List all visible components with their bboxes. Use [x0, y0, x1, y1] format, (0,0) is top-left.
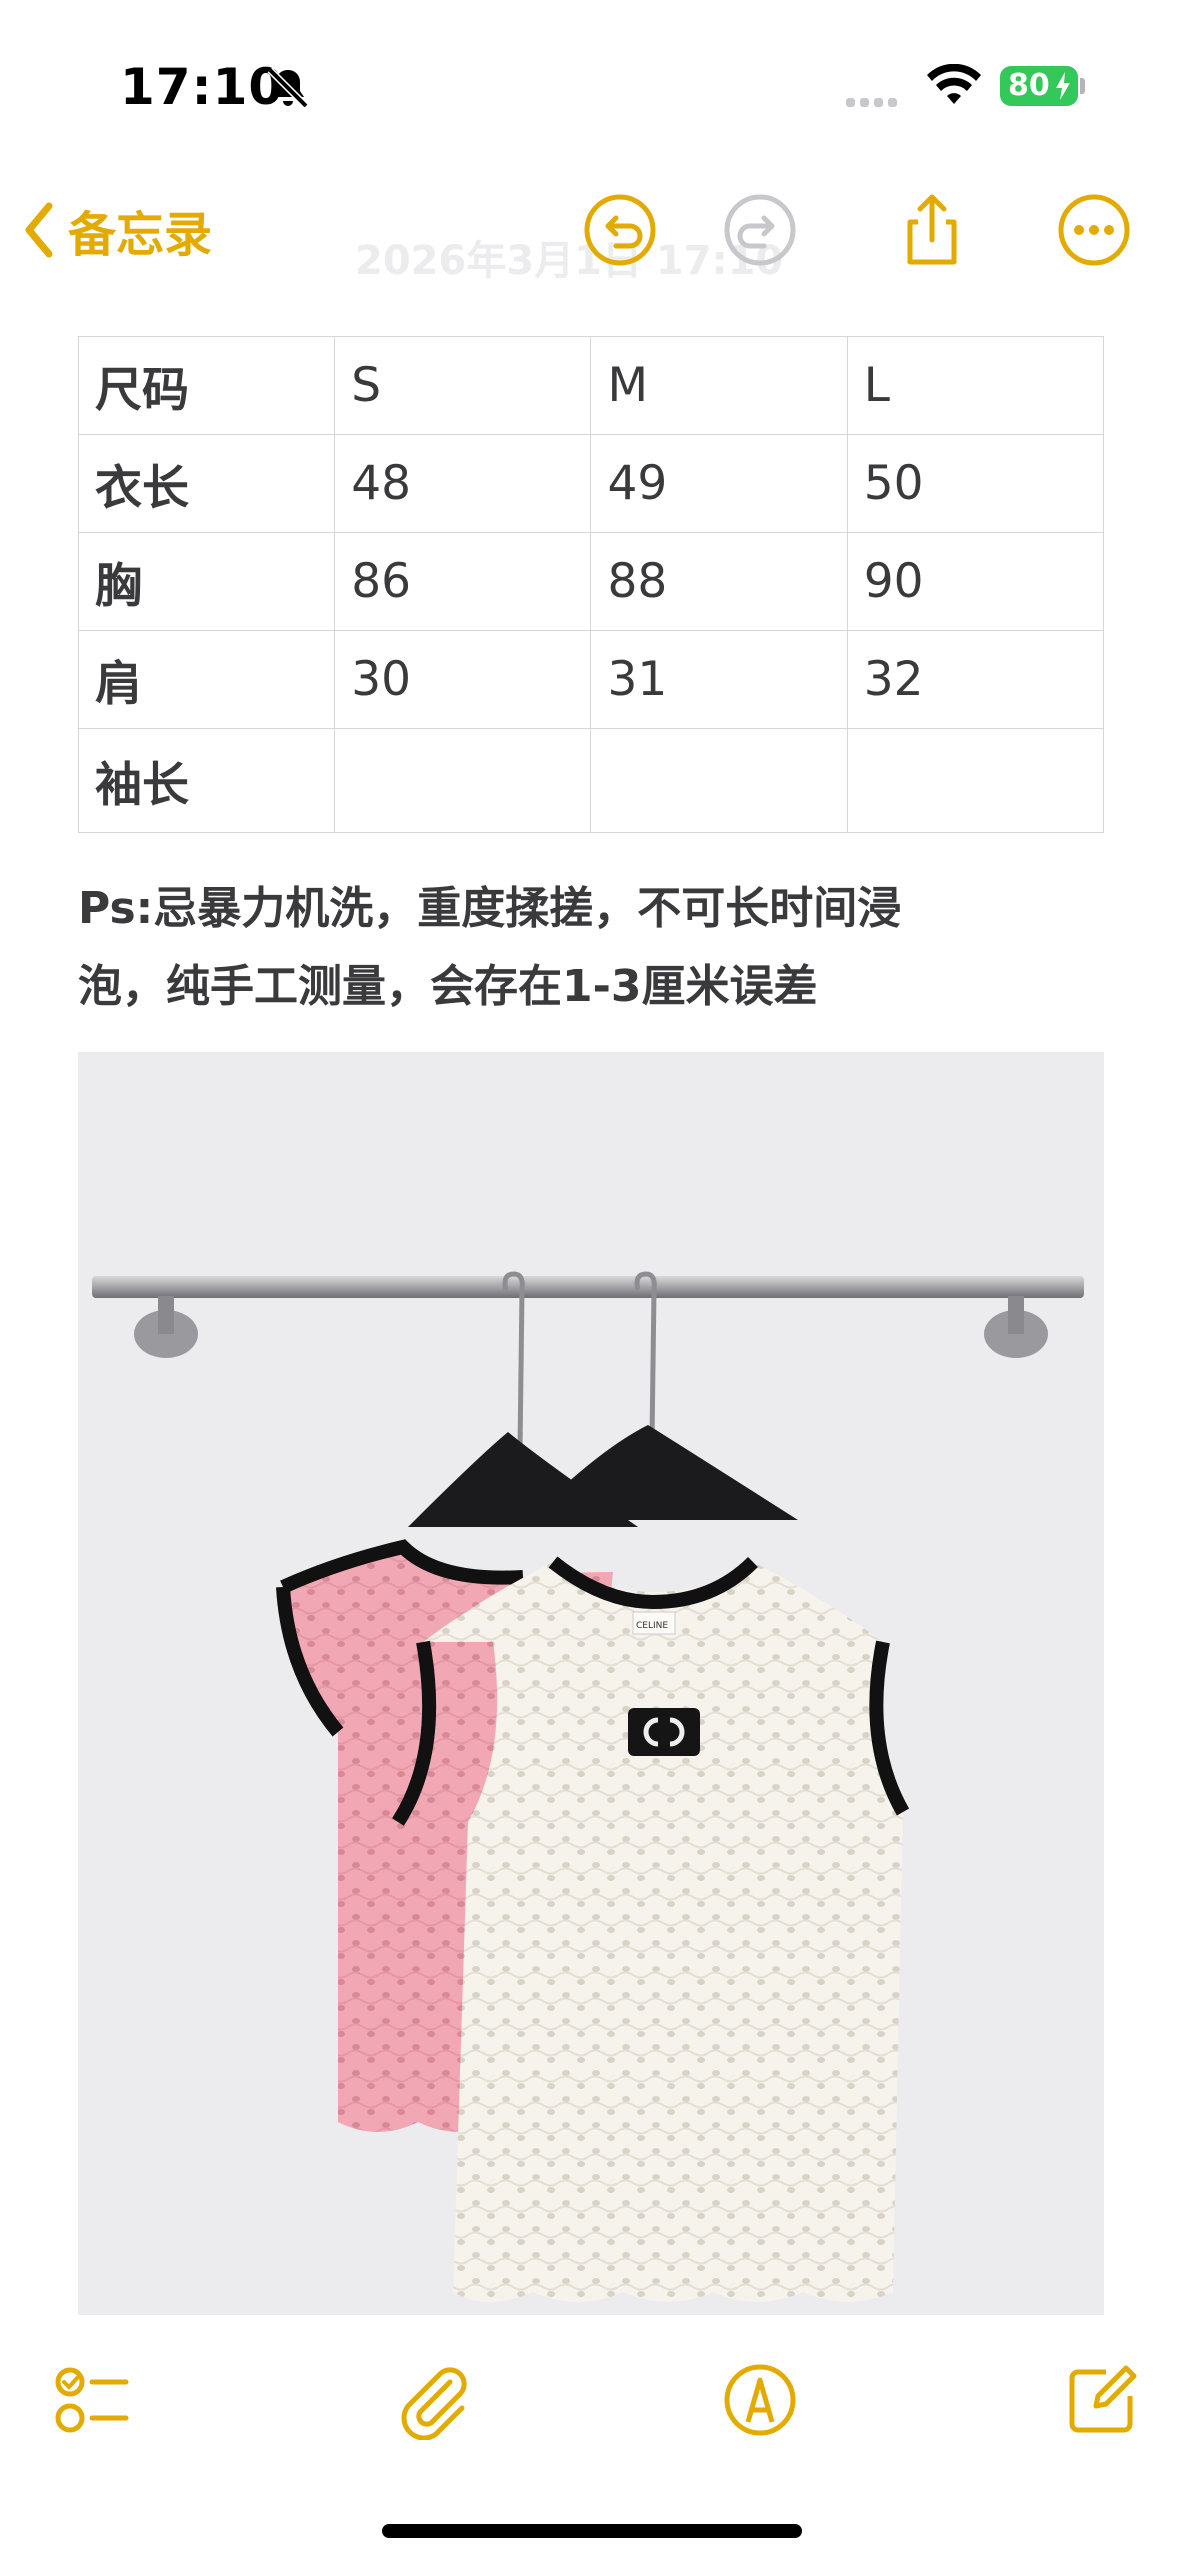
- more-icon[interactable]: [1056, 192, 1132, 268]
- table-cell[interactable]: 袖长: [77, 728, 336, 833]
- status-time: 17:10: [120, 58, 285, 116]
- table-row: 肩 30 31 32: [77, 630, 1105, 729]
- home-indicator[interactable]: [382, 2524, 802, 2538]
- table-cell[interactable]: 衣长: [77, 434, 336, 533]
- table-cell[interactable]: 90: [846, 532, 1105, 631]
- chevron-left-icon: [25, 202, 53, 258]
- redo-icon[interactable]: [722, 192, 798, 268]
- undo-icon[interactable]: [582, 192, 658, 268]
- table-cell[interactable]: [846, 728, 1105, 833]
- table-cell[interactable]: 31: [590, 630, 848, 729]
- table-cell[interactable]: 50: [846, 434, 1105, 533]
- table-cell[interactable]: L: [846, 336, 1105, 435]
- table-cell[interactable]: 49: [590, 434, 848, 533]
- table-row: 尺码 S M L: [77, 336, 1105, 435]
- markup-icon[interactable]: [720, 2360, 800, 2440]
- note-text[interactable]: Ps:忌暴力机洗，重度揉搓，不可长时间浸 泡，纯手工测量，会存在1-3厘米误差: [78, 870, 1108, 1026]
- brand-label: CELINE: [636, 1621, 668, 1631]
- back-label: 备忘录: [68, 207, 213, 263]
- status-bar: 17:10 80: [0, 0, 1179, 170]
- battery-charging-icon: [1056, 72, 1070, 100]
- battery-indicator: 80: [1000, 66, 1078, 106]
- cellular-signal-icon: [846, 92, 902, 111]
- share-icon[interactable]: [894, 192, 970, 268]
- table-cell[interactable]: 尺码: [77, 336, 336, 435]
- table-cell[interactable]: [334, 728, 592, 833]
- table-row: 胸 86 88 90: [77, 532, 1105, 631]
- attachment-icon[interactable]: [392, 2360, 472, 2440]
- battery-level: 80: [1008, 68, 1050, 103]
- navigation-bar: 备忘录 2026年3月1日 17:10: [0, 170, 1179, 320]
- product-image: CELINE: [78, 1052, 1104, 2315]
- compose-icon[interactable]: [1062, 2360, 1142, 2440]
- checklist-icon[interactable]: [52, 2360, 132, 2440]
- battery-cap: [1080, 78, 1085, 94]
- table-cell[interactable]: 86: [334, 532, 592, 631]
- table-cell[interactable]: 胸: [77, 532, 336, 631]
- table-row: 衣长 48 49 50: [77, 434, 1105, 533]
- table-cell[interactable]: [590, 728, 848, 833]
- back-button[interactable]: 备忘录: [24, 190, 212, 270]
- table-cell[interactable]: M: [590, 336, 848, 435]
- note-line: Ps:忌暴力机洗，重度揉搓，不可长时间浸: [78, 883, 902, 934]
- note-line: 泡，纯手工测量，会存在1-3厘米误差: [78, 961, 818, 1012]
- table-cell[interactable]: S: [334, 336, 592, 435]
- size-table: 尺码 S M L 衣长 48 49 50 胸 86 88 90 肩 30 31 …: [77, 336, 1105, 833]
- product-photo[interactable]: CELINE: [78, 1052, 1104, 2315]
- silent-bell-icon: [267, 67, 309, 109]
- table-cell[interactable]: 32: [846, 630, 1105, 729]
- table-cell[interactable]: 肩: [77, 630, 336, 729]
- table-cell[interactable]: 88: [590, 532, 848, 631]
- table-cell[interactable]: 30: [334, 630, 592, 729]
- table-cell[interactable]: 48: [334, 434, 592, 533]
- table-row: 袖长: [77, 728, 1105, 833]
- bottom-toolbar: [0, 2340, 1179, 2460]
- note-date: 2026年3月1日 17:10: [355, 238, 784, 284]
- wifi-icon: [927, 64, 981, 104]
